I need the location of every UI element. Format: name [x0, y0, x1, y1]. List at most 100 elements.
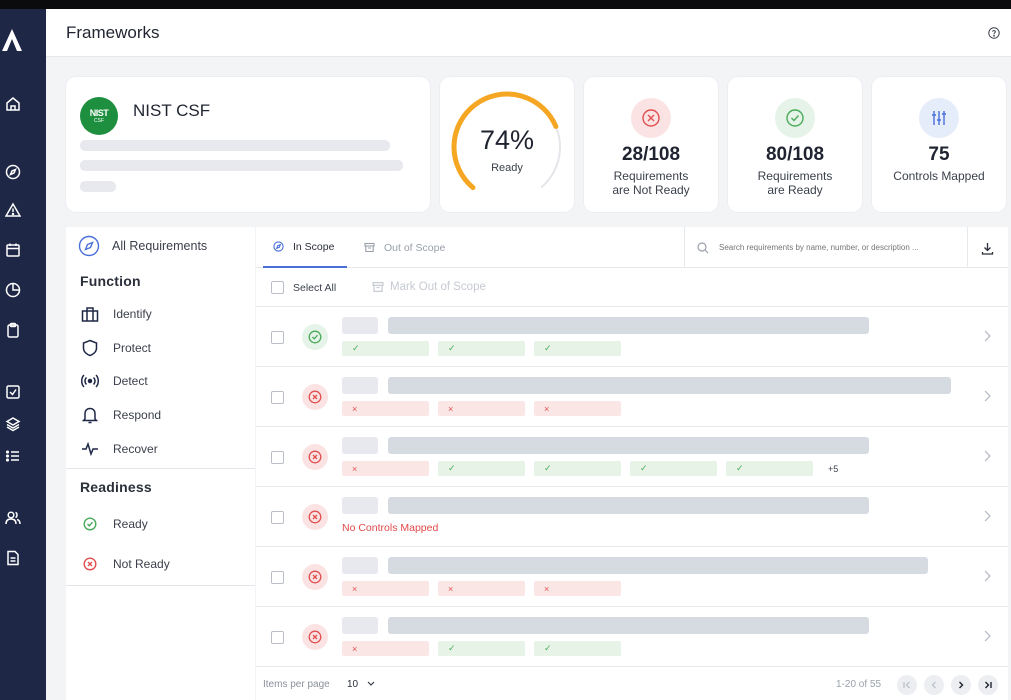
clipboard-icon[interactable]	[0, 319, 26, 341]
filter-not-ready[interactable]: Not Ready	[80, 554, 170, 574]
page-header: Frameworks	[46, 9, 1011, 57]
control-chip-not-ready[interactable]: ×	[342, 461, 429, 476]
prev-page-button[interactable]	[924, 675, 944, 695]
next-page-button[interactable]	[951, 675, 971, 695]
items-per-page-select[interactable]: 10	[347, 679, 358, 690]
control-chip-not-ready[interactable]: ×	[342, 581, 429, 596]
main-content: Frameworks NIST CSF NIST CSF 74% Ready 2…	[46, 9, 1011, 700]
layers-icon[interactable]	[0, 413, 26, 435]
filter-all-label: All Requirements	[112, 239, 208, 253]
filter-identify[interactable]: Identify	[80, 304, 152, 324]
requirement-row[interactable]: No Controls Mapped	[256, 487, 1008, 547]
warning-icon[interactable]	[0, 199, 26, 221]
filter-respond[interactable]: Respond	[80, 405, 161, 425]
row-checkbox[interactable]	[271, 571, 284, 584]
readiness-gauge-card: 74% Ready	[440, 77, 574, 212]
control-chip-ready[interactable]: ✓	[438, 641, 525, 656]
requirement-name-placeholder	[388, 437, 869, 454]
control-chip-ready[interactable]: ✓	[534, 461, 621, 476]
control-chips: ✓ ✓ ✓	[342, 341, 630, 356]
not-ready-label: Requirements are Not Ready	[612, 169, 690, 197]
last-page-button[interactable]	[978, 675, 998, 695]
broadcast-icon	[80, 371, 100, 391]
control-chips: × ✓ ✓ ✓ ✓ +5	[342, 461, 838, 476]
requirement-row[interactable]: × × ×	[256, 547, 1008, 607]
readiness-heading: Readiness	[80, 479, 152, 495]
x-circle-icon	[80, 554, 100, 574]
row-checkbox[interactable]	[271, 511, 284, 524]
filter-detect[interactable]: Detect	[80, 371, 148, 391]
tab-out-of-scope[interactable]: Out of Scope	[364, 227, 445, 268]
control-chips: × × ×	[342, 581, 630, 596]
select-all[interactable]: Select All	[271, 281, 336, 294]
chevron-right-icon[interactable]	[982, 509, 992, 523]
help-icon[interactable]	[988, 27, 1000, 39]
page-range: 1-20 of 55	[836, 679, 882, 690]
chevron-right-icon[interactable]	[982, 629, 992, 643]
scope-tabs: In Scope Out of Scope	[256, 227, 1008, 268]
search-input[interactable]	[719, 243, 964, 252]
filter-recover[interactable]: Recover	[80, 439, 158, 459]
compass-icon	[78, 235, 100, 257]
control-chip-ready[interactable]: ✓	[438, 461, 525, 476]
readiness-label: Ready	[491, 162, 523, 174]
select-all-checkbox[interactable]	[271, 281, 284, 294]
chevron-right-icon[interactable]	[982, 449, 992, 463]
control-chip-ready[interactable]: ✓	[534, 341, 621, 356]
first-page-button[interactable]	[897, 675, 917, 695]
no-controls-mapped-note: No Controls Mapped	[342, 522, 439, 534]
checkbox-icon[interactable]	[0, 381, 26, 403]
requirement-id-placeholder	[342, 377, 378, 394]
download-icon[interactable]	[978, 239, 996, 257]
chevron-right-icon[interactable]	[982, 329, 992, 343]
chevron-right-icon[interactable]	[982, 569, 992, 583]
row-checkbox[interactable]	[271, 391, 284, 404]
requirement-row[interactable]: ✓ ✓ ✓	[256, 307, 1008, 367]
app-logo[interactable]	[0, 27, 24, 53]
more-controls-count[interactable]: +5	[828, 464, 838, 474]
control-chips: × ✓ ✓	[342, 641, 630, 656]
requirement-name-placeholder	[388, 557, 928, 574]
first-page-icon	[903, 681, 910, 689]
nist-logo: NIST CSF	[80, 97, 118, 135]
control-chip-ready[interactable]: ✓	[726, 461, 813, 476]
control-chip-ready[interactable]: ✓	[630, 461, 717, 476]
requirement-row[interactable]: × ✓ ✓	[256, 607, 1008, 667]
calendar-icon[interactable]	[0, 239, 26, 261]
requirement-row[interactable]: × × ×	[256, 367, 1008, 427]
check-circle-icon	[775, 98, 815, 138]
chevron-down-icon[interactable]	[366, 678, 376, 688]
home-icon[interactable]	[0, 93, 26, 115]
row-checkbox[interactable]	[271, 451, 284, 464]
mark-out-of-scope-button[interactable]: Mark Out of Scope	[372, 281, 486, 293]
tab-in-scope[interactable]: In Scope	[263, 227, 347, 268]
control-chip-not-ready[interactable]: ×	[342, 641, 429, 656]
filter-ready[interactable]: Ready	[80, 514, 148, 534]
pie-chart-icon[interactable]	[0, 279, 26, 301]
requirements-panel: In Scope Out of Scope Select All Mark Ou…	[256, 227, 1008, 700]
control-chip-ready[interactable]: ✓	[342, 341, 429, 356]
control-chip-not-ready[interactable]: ×	[438, 581, 525, 596]
control-chip-not-ready[interactable]: ×	[534, 401, 621, 416]
control-chip-ready[interactable]: ✓	[438, 341, 525, 356]
row-checkbox[interactable]	[271, 331, 284, 344]
description-placeholder	[80, 181, 116, 192]
compass-icon	[273, 241, 284, 252]
chevron-right-icon[interactable]	[982, 389, 992, 403]
filter-protect[interactable]: Protect	[80, 338, 151, 358]
list-icon[interactable]	[0, 445, 26, 467]
row-checkbox[interactable]	[271, 631, 284, 644]
control-chip-ready[interactable]: ✓	[534, 641, 621, 656]
control-chip-not-ready[interactable]: ×	[342, 401, 429, 416]
requirement-id-placeholder	[342, 317, 378, 334]
compass-icon[interactable]	[0, 161, 26, 183]
control-chip-not-ready[interactable]: ×	[534, 581, 621, 596]
building-icon	[80, 304, 100, 324]
users-icon[interactable]	[0, 507, 26, 529]
x-circle-icon	[302, 564, 328, 590]
requirement-name-placeholder	[388, 377, 951, 394]
requirement-row[interactable]: × ✓ ✓ ✓ ✓ +5	[256, 427, 1008, 487]
filter-all-requirements[interactable]: All Requirements	[78, 235, 207, 257]
document-icon[interactable]	[0, 547, 26, 569]
control-chip-not-ready[interactable]: ×	[438, 401, 525, 416]
